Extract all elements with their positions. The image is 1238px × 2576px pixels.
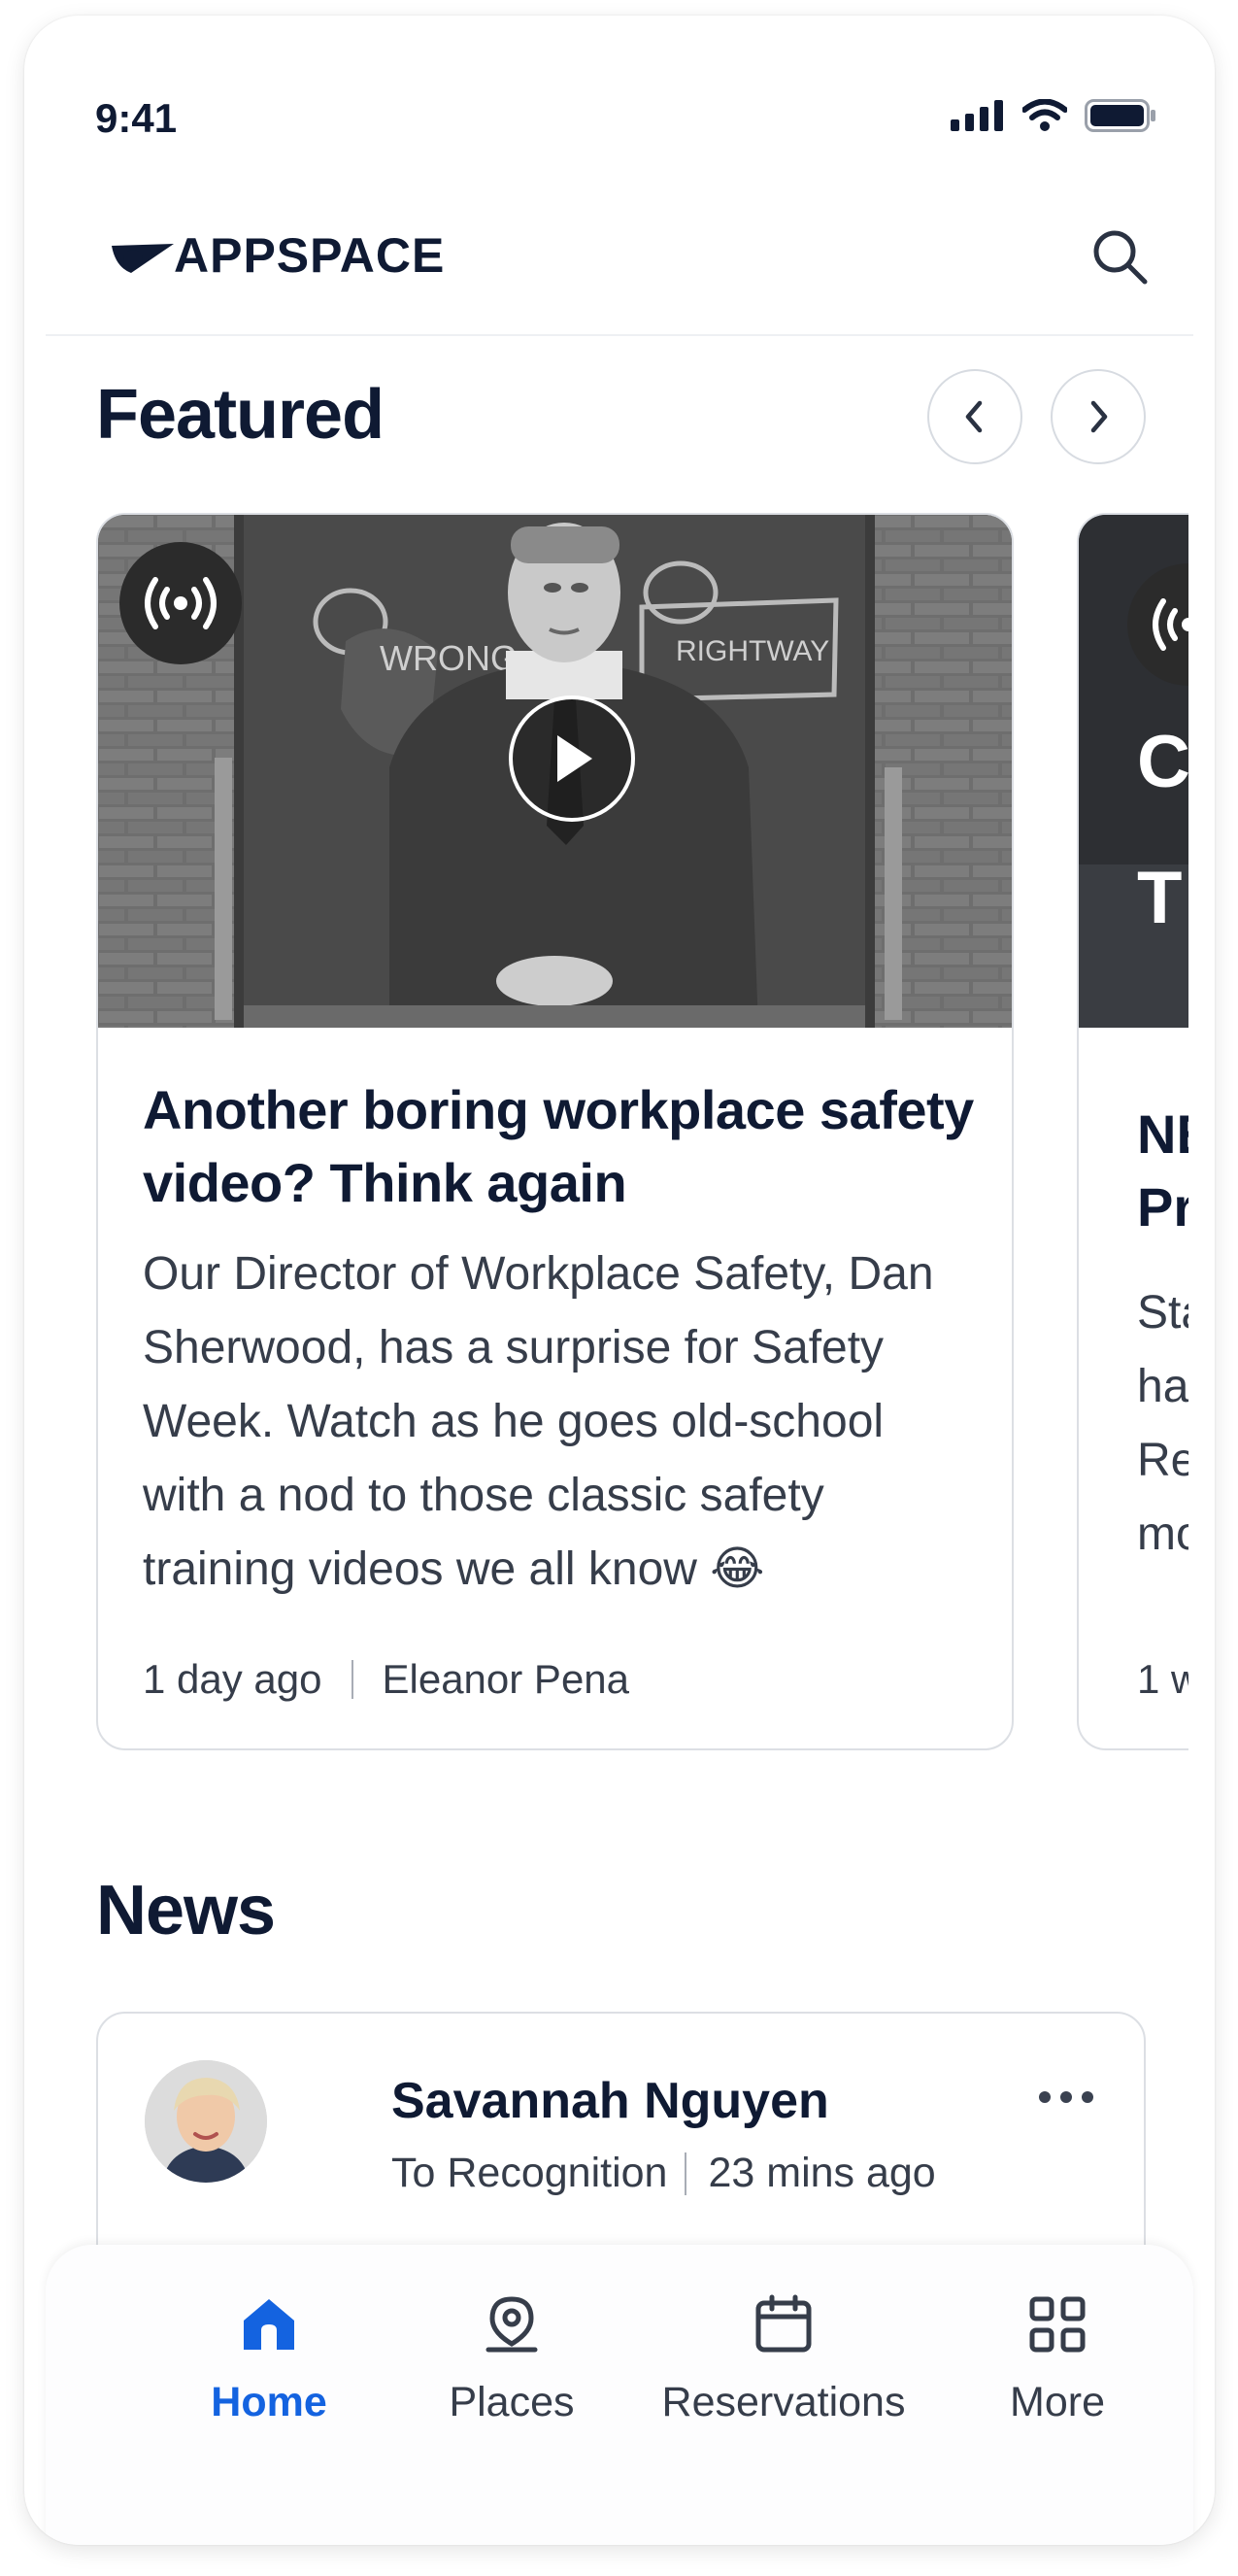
post-time: 1 day ago (143, 1656, 322, 1702)
dot (1039, 2091, 1051, 2103)
play-icon (557, 735, 592, 782)
broadcast-icon (145, 577, 217, 629)
featured-card-meta: 1 day ago Eleanor Pena (143, 1656, 629, 1703)
logo-mark-icon (112, 244, 174, 273)
featured-card-description: Sta ha Re mo (1137, 1287, 1188, 1560)
featured-carousel[interactable]: WRONG RIGHTWAY Another boring workplace … (96, 513, 1188, 1766)
news-subline: To Recognition 23 mins ago (391, 2150, 936, 2197)
broadcast-icon (1153, 598, 1188, 651)
meta-divider (685, 2152, 687, 2195)
tab-label: Home (211, 2379, 327, 2425)
card-overlay-text: C T (1137, 721, 1188, 939)
search-icon (1093, 230, 1148, 285)
news-section-title: News (96, 1872, 276, 1949)
card-image[interactable]: C T (1079, 515, 1188, 1028)
featured-card-title: Another boring workplace safety video? T… (143, 1079, 974, 1213)
appspace-logo[interactable]: APPSPACE (110, 227, 445, 284)
cellular-signal-icon (951, 100, 1003, 131)
featured-card-title: NE Pr (1137, 1103, 1188, 1237)
video-thumbnail[interactable]: WRONG RIGHTWAY (98, 515, 1012, 1028)
logo-text: APPSPACE (174, 228, 446, 283)
calendar-icon (755, 2294, 812, 2353)
battery-icon (1085, 99, 1155, 132)
dot (1082, 2091, 1093, 2103)
play-button[interactable] (509, 695, 635, 822)
avatar-image (145, 2060, 267, 2183)
meta-divider (351, 1660, 353, 1699)
tab-label: More (1010, 2379, 1105, 2425)
featured-card-description: Our Director of Workplace Safety, Dan Sh… (143, 1248, 934, 1595)
news-time: 23 mins ago (708, 2150, 936, 2196)
chevron-left-icon (965, 400, 983, 433)
wifi-icon (1022, 99, 1067, 131)
svg-text:RIGHTWAY: RIGHTWAY (676, 635, 829, 667)
phone-frame: 9:41 APPSPACE Featured WRONG RIGHTWAY An… (24, 16, 1215, 2545)
status-icons (951, 99, 1156, 132)
tab-more[interactable]: More (980, 2286, 1135, 2426)
search-button[interactable] (1085, 221, 1154, 291)
featured-card-meta: 1 w (1137, 1656, 1188, 1702)
chevron-right-icon (1090, 400, 1108, 433)
news-author: Savannah Nguyen (391, 2073, 829, 2129)
featured-card[interactable]: C T NE Pr Sta ha Re mo 1 w (1077, 513, 1188, 1750)
more-options-button[interactable] (1027, 2078, 1105, 2117)
tab-label: Reservations (661, 2379, 906, 2425)
grid-icon (1029, 2296, 1086, 2353)
news-channel[interactable]: To Recognition (391, 2150, 667, 2197)
avatar[interactable] (145, 2060, 267, 2183)
post-author: Eleanor Pena (382, 1656, 630, 1702)
live-broadcast-badge (119, 542, 242, 664)
location-pin-icon (485, 2296, 538, 2353)
featured-card[interactable]: WRONG RIGHTWAY Another boring workplace … (96, 513, 1014, 1750)
home-icon (244, 2299, 294, 2350)
tab-reservations[interactable]: Reservations (628, 2286, 939, 2426)
dot (1060, 2091, 1072, 2103)
tab-label: Places (449, 2379, 575, 2425)
carousel-next-button[interactable] (1051, 369, 1146, 464)
header-divider (46, 334, 1193, 336)
status-time: 9:41 (95, 95, 178, 141)
featured-section-title: Featured (96, 376, 385, 454)
tab-places[interactable]: Places (405, 2286, 619, 2426)
carousel-prev-button[interactable] (927, 369, 1022, 464)
tab-home[interactable]: Home (182, 2286, 356, 2426)
bottom-tab-bar: Home Places Reservations More (46, 2245, 1193, 2545)
